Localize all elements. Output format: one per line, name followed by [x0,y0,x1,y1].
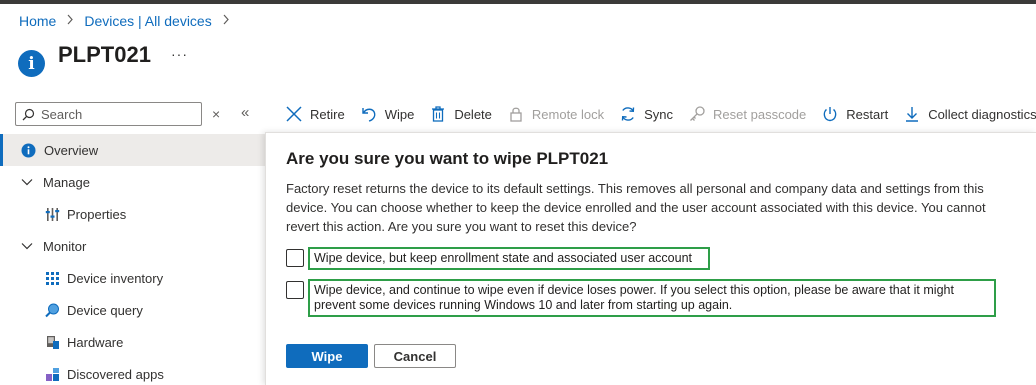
chevron-right-icon [66,14,74,28]
info-icon: i [18,50,45,77]
sidebar-item-label: Manage [43,174,90,190]
device-inventory-icon [44,270,60,286]
power-icon [823,107,837,122]
collapse-sidebar-button[interactable]: « [241,104,249,121]
clear-search-button[interactable]: × [212,106,220,122]
cancel-button[interactable]: Cancel [374,344,456,368]
delete-label: Delete [454,106,492,122]
sidebar-item-device-query[interactable]: Device query [0,294,265,326]
page-header: i PLPT021 [18,42,151,77]
sidebar-item-discovered-apps[interactable]: Discovered apps [0,358,265,385]
hardware-icon [44,334,60,350]
remote-lock-label: Remote lock [531,106,605,122]
restart-button[interactable]: Restart [821,105,888,123]
collect-diagnostics-button[interactable]: Collect diagnostics [903,105,1036,123]
continue-wipe-checkbox[interactable] [286,281,304,299]
download-icon [906,107,919,122]
key-icon [690,106,705,121]
top-bar [0,0,1036,4]
wipe-button[interactable]: Wipe [360,105,415,123]
search-icon [22,108,35,120]
chevron-down-icon [21,176,33,188]
close-icon [286,106,302,122]
sidebar-item-label: Device query [67,302,143,318]
discovered-apps-icon [44,366,60,382]
search-input[interactable] [41,106,191,122]
info-icon [20,142,36,158]
sidebar-item-device-inventory[interactable]: Device inventory [0,262,265,294]
sidebar-group-monitor[interactable]: Monitor [0,230,265,262]
sidebar-item-label: Overview [44,142,99,158]
retire-button[interactable]: Retire [285,105,345,123]
reset-passcode-button[interactable]: Reset passcode [688,105,806,123]
sync-icon [621,107,635,121]
search-box[interactable] [15,102,202,126]
sidebar-item-overview[interactable]: Overview [0,134,265,166]
option-label: Wipe device, but keep enrollment state a… [308,247,710,270]
restart-label: Restart [846,106,889,122]
wipe-confirmation-dialog: Are you sure you want to wipe PLPT021 Fa… [265,132,1036,385]
delete-button[interactable]: Delete [429,105,492,123]
wipe-confirm-button[interactable]: Wipe [286,344,368,368]
sidebar-group-manage[interactable]: Manage [0,166,265,198]
remote-lock-button[interactable]: Remote lock [507,105,604,123]
page-title: PLPT021 [58,42,151,67]
device-query-icon [44,302,60,318]
dialog-title: Are you sure you want to wipe PLPT021 [286,149,609,168]
option-label: Wipe device, and continue to wipe even i… [308,279,996,317]
sidebar-item-label: Discovered apps [67,366,164,382]
chevron-down-icon [21,240,33,252]
sidebar-item-label: Hardware [67,334,124,350]
keep-enrollment-checkbox[interactable] [286,249,304,267]
option-keep-enrollment: Wipe device, but keep enrollment state a… [286,247,710,270]
command-bar: Retire Wipe Delete Remote lock Sync Rese… [285,100,1036,128]
sidebar-item-properties[interactable]: Properties [0,198,265,230]
dialog-body: Factory reset returns the device to its … [286,181,986,234]
breadcrumb: Home Devices | All devices [19,13,240,29]
trash-icon [432,106,445,122]
more-options-button[interactable]: ··· [171,46,188,62]
breadcrumb-devices[interactable]: Devices | All devices [84,13,211,29]
undo-icon [361,108,376,122]
sidebar-item-hardware[interactable]: Hardware [0,326,265,358]
sidebar-item-label: Properties [67,206,127,222]
option-continue-on-power-loss: Wipe device, and continue to wipe even i… [286,279,996,317]
sync-button[interactable]: Sync [619,105,673,123]
lock-icon [510,107,522,122]
sidebar-item-label: Device inventory [67,270,164,286]
reset-passcode-label: Reset passcode [713,106,807,122]
chevron-right-icon [222,14,230,28]
wipe-label: Wipe [384,106,415,122]
retire-label: Retire [310,106,345,122]
sidebar: Overview Manage Properties Monitor Devic… [0,134,265,385]
breadcrumb-home[interactable]: Home [19,13,56,29]
properties-icon [44,206,60,222]
sidebar-item-label: Monitor [43,238,87,254]
sync-label: Sync [644,106,674,122]
collect-diagnostics-label: Collect diagnostics [928,106,1036,122]
